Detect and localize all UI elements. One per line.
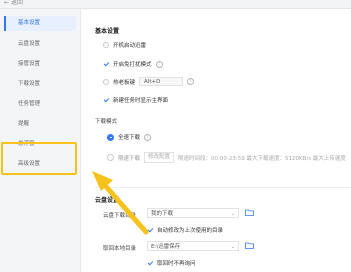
download-dir-value: 我的下载 — [151, 211, 174, 217]
no-ask-checkbox[interactable] — [147, 260, 153, 266]
help-icon[interactable]: ? — [155, 60, 163, 68]
newtask-checkbox[interactable] — [103, 97, 109, 103]
limit-speed-radio[interactable] — [107, 154, 114, 161]
newtask-label: 新建任务时显示主界面 — [113, 98, 169, 104]
freemode-checkbox[interactable] — [103, 61, 109, 67]
sidebar-item-tasks[interactable]: 任务管理 — [4, 97, 76, 112]
sidebar-item-basic[interactable]: 基本设置 — [4, 16, 76, 31]
hotkey-checkbox[interactable] — [103, 78, 109, 85]
local-dir-label: 取回本地目录 — [103, 246, 137, 252]
local-dir-select[interactable]: E:\迅雷保存 ⌄ — [147, 241, 239, 251]
section-title-cloud: 云盘设置 — [95, 197, 120, 204]
full-speed-label: 全速下载 — [118, 135, 141, 141]
modify-config-button[interactable]: 修改配置 — [144, 152, 175, 163]
no-ask-label: 取回时不再询问 — [157, 261, 196, 267]
help-icon[interactable]: ? — [187, 78, 195, 85]
highlight-box — [1, 142, 77, 175]
autostart-checkbox[interactable] — [103, 42, 109, 48]
download-dir-select[interactable]: 我的下载 ⌄ — [147, 208, 239, 218]
full-speed-option[interactable]: 全速下载 ? — [107, 133, 152, 141]
full-speed-radio[interactable] — [107, 133, 114, 141]
settings-panel: 基本设置 开机启动迅雷 开启免打扰模式 ? 热老板键 Alt+D ? 新建任务时… — [81, 9, 351, 272]
download-dir-label: 云盘下载目录 — [103, 213, 137, 219]
auto-modify-label: 自动修改为上次使用的目录 — [157, 228, 224, 234]
sidebar-item-reminder[interactable]: 提醒 — [4, 117, 76, 132]
autostart-option[interactable]: 开机启动迅雷 — [103, 41, 146, 49]
download-mode-title: 下载模式 — [95, 119, 118, 125]
folder-icon[interactable] — [245, 242, 254, 249]
freemode-label: 开启免打扰模式 — [113, 62, 152, 68]
freemode-option[interactable]: 开启免打扰模式 ? — [103, 60, 163, 68]
folder-icon[interactable] — [245, 209, 254, 216]
hotkey-label: 老板键 — [118, 79, 136, 86]
auto-modify-option[interactable]: 自动修改为上次使用的目录 — [147, 226, 223, 234]
arrow-left-icon: ← — [4, 0, 10, 6]
limit-speed-option[interactable]: 限速下载 修改配置 限速时间段：00:00-23:59 最大下载速度：5120K… — [107, 152, 346, 163]
chevron-down-icon: ⌄ — [230, 244, 235, 250]
back-button[interactable]: ← 返回 — [4, 0, 23, 6]
no-ask-option[interactable]: 取回时不再询问 — [147, 259, 196, 267]
hotkey-option[interactable]: 热老板键 Alt+D ? — [103, 77, 195, 86]
sidebar-item-takeover[interactable]: 接管设置 — [4, 57, 76, 72]
auto-modify-checkbox[interactable] — [147, 227, 153, 233]
sidebar-item-download[interactable]: 下载设置 — [4, 77, 76, 92]
section-title-basic: 基本设置 — [95, 28, 120, 35]
back-label: 返回 — [11, 0, 24, 6]
hotkey-input[interactable]: Alt+D — [139, 77, 184, 86]
sidebar-item-cloud[interactable]: 云盘设置 — [4, 37, 76, 52]
sidebar: 基本设置 云盘设置 接管设置 下载设置 任务管理 提醒 悬浮窗 高级设置 — [0, 9, 81, 272]
autostart-label: 开机启动迅雷 — [113, 43, 147, 49]
newtask-option[interactable]: 新建任务时显示主界面 — [103, 96, 168, 104]
divider — [95, 187, 351, 188]
local-dir-value: E:\迅雷保存 — [151, 244, 181, 250]
chevron-down-icon: ⌄ — [230, 211, 235, 217]
top-bar: ← 返回 — [0, 0, 351, 9]
help-icon[interactable]: ? — [144, 133, 152, 141]
limit-info-text: 限速时间段：00:00-23:59 最大下载速度：5120KB/s 最大上传速度 — [178, 155, 346, 162]
limit-speed-label: 限速下载 — [118, 155, 141, 162]
